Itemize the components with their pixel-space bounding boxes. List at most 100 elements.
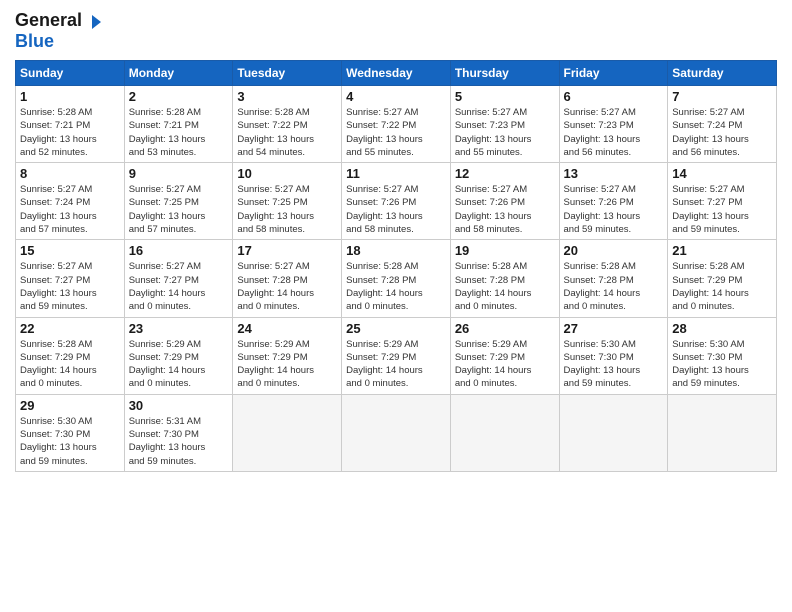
calendar-day-cell: 13 Sunrise: 5:27 AMSunset: 7:26 PMDayligh… xyxy=(559,163,668,240)
day-info: Sunrise: 5:29 AMSunset: 7:29 PMDaylight:… xyxy=(455,338,555,391)
calendar-day-cell: 3 Sunrise: 5:28 AMSunset: 7:22 PMDaylight… xyxy=(233,86,342,163)
calendar-day-cell xyxy=(342,394,451,471)
page: General Blue SundayMondayTuesdayWednesda… xyxy=(0,0,792,612)
calendar-day-cell: 1 Sunrise: 5:28 AMSunset: 7:21 PMDaylight… xyxy=(16,86,125,163)
calendar-day-cell: 9 Sunrise: 5:27 AMSunset: 7:25 PMDaylight… xyxy=(124,163,233,240)
day-number: 25 xyxy=(346,321,446,336)
day-info: Sunrise: 5:28 AMSunset: 7:28 PMDaylight:… xyxy=(346,260,446,313)
weekday-header-friday: Friday xyxy=(559,61,668,86)
day-info: Sunrise: 5:28 AMSunset: 7:21 PMDaylight:… xyxy=(129,106,229,159)
day-info: Sunrise: 5:27 AMSunset: 7:26 PMDaylight:… xyxy=(346,183,446,236)
day-info: Sunrise: 5:30 AMSunset: 7:30 PMDaylight:… xyxy=(564,338,664,391)
calendar-day-cell: 23 Sunrise: 5:29 AMSunset: 7:29 PMDayligh… xyxy=(124,317,233,394)
calendar-day-cell: 17 Sunrise: 5:27 AMSunset: 7:28 PMDayligh… xyxy=(233,240,342,317)
calendar-day-cell: 10 Sunrise: 5:27 AMSunset: 7:25 PMDayligh… xyxy=(233,163,342,240)
day-info: Sunrise: 5:27 AMSunset: 7:23 PMDaylight:… xyxy=(455,106,555,159)
day-number: 16 xyxy=(129,243,229,258)
header: General Blue xyxy=(15,10,777,52)
calendar-day-cell: 16 Sunrise: 5:27 AMSunset: 7:27 PMDayligh… xyxy=(124,240,233,317)
day-info: Sunrise: 5:27 AMSunset: 7:27 PMDaylight:… xyxy=(672,183,772,236)
calendar-week-row: 1 Sunrise: 5:28 AMSunset: 7:21 PMDaylight… xyxy=(16,86,777,163)
day-number: 17 xyxy=(237,243,337,258)
day-number: 26 xyxy=(455,321,555,336)
day-info: Sunrise: 5:30 AMSunset: 7:30 PMDaylight:… xyxy=(672,338,772,391)
day-number: 9 xyxy=(129,166,229,181)
day-number: 22 xyxy=(20,321,120,336)
day-number: 24 xyxy=(237,321,337,336)
calendar-day-cell: 15Sunrise: 5:27 AMSunset: 7:27 PMDayligh… xyxy=(16,240,125,317)
day-number: 20 xyxy=(564,243,664,258)
calendar-day-cell: 11 Sunrise: 5:27 AMSunset: 7:26 PMDayligh… xyxy=(342,163,451,240)
day-info: Sunrise: 5:27 AMSunset: 7:25 PMDaylight:… xyxy=(129,183,229,236)
day-number: 3 xyxy=(237,89,337,104)
day-number: 21 xyxy=(672,243,772,258)
day-info: Sunrise: 5:29 AMSunset: 7:29 PMDaylight:… xyxy=(129,338,229,391)
calendar-day-cell: 12 Sunrise: 5:27 AMSunset: 7:26 PMDayligh… xyxy=(450,163,559,240)
day-number: 2 xyxy=(129,89,229,104)
weekday-header-row: SundayMondayTuesdayWednesdayThursdayFrid… xyxy=(16,61,777,86)
day-number: 8 xyxy=(20,166,120,181)
calendar-day-cell: 26 Sunrise: 5:29 AMSunset: 7:29 PMDayligh… xyxy=(450,317,559,394)
calendar-day-cell: 29Sunrise: 5:30 AMSunset: 7:30 PMDayligh… xyxy=(16,394,125,471)
calendar-day-cell: 5 Sunrise: 5:27 AMSunset: 7:23 PMDaylight… xyxy=(450,86,559,163)
day-info: Sunrise: 5:29 AMSunset: 7:29 PMDaylight:… xyxy=(346,338,446,391)
day-number: 11 xyxy=(346,166,446,181)
logo: General Blue xyxy=(15,10,101,52)
day-number: 12 xyxy=(455,166,555,181)
calendar-day-cell: 25 Sunrise: 5:29 AMSunset: 7:29 PMDayligh… xyxy=(342,317,451,394)
calendar-day-cell: 4 Sunrise: 5:27 AMSunset: 7:22 PMDaylight… xyxy=(342,86,451,163)
day-number: 27 xyxy=(564,321,664,336)
calendar-day-cell: 19Sunrise: 5:28 AMSunset: 7:28 PMDayligh… xyxy=(450,240,559,317)
calendar-day-cell: 28 Sunrise: 5:30 AMSunset: 7:30 PMDayligh… xyxy=(668,317,777,394)
day-info: Sunrise: 5:30 AMSunset: 7:30 PMDaylight:… xyxy=(20,415,120,468)
day-info: Sunrise: 5:27 AMSunset: 7:27 PMDaylight:… xyxy=(129,260,229,313)
day-info: Sunrise: 5:27 AMSunset: 7:23 PMDaylight:… xyxy=(564,106,664,159)
calendar-week-row: 8 Sunrise: 5:27 AMSunset: 7:24 PMDaylight… xyxy=(16,163,777,240)
weekday-header-tuesday: Tuesday xyxy=(233,61,342,86)
day-info: Sunrise: 5:28 AMSunset: 7:28 PMDaylight:… xyxy=(455,260,555,313)
day-number: 28 xyxy=(672,321,772,336)
day-info: Sunrise: 5:28 AMSunset: 7:21 PMDaylight:… xyxy=(20,106,120,159)
day-info: Sunrise: 5:28 AMSunset: 7:22 PMDaylight:… xyxy=(237,106,337,159)
weekday-header-sunday: Sunday xyxy=(16,61,125,86)
day-info: Sunrise: 5:27 AMSunset: 7:28 PMDaylight:… xyxy=(237,260,337,313)
day-info: Sunrise: 5:28 AMSunset: 7:28 PMDaylight:… xyxy=(564,260,664,313)
day-info: Sunrise: 5:27 AMSunset: 7:24 PMDaylight:… xyxy=(672,106,772,159)
day-info: Sunrise: 5:28 AMSunset: 7:29 PMDaylight:… xyxy=(20,338,120,391)
day-info: Sunrise: 5:31 AMSunset: 7:30 PMDaylight:… xyxy=(129,415,229,468)
day-number: 18 xyxy=(346,243,446,258)
logo-blue-text: Blue xyxy=(15,31,54,51)
day-number: 1 xyxy=(20,89,120,104)
day-number: 13 xyxy=(564,166,664,181)
calendar-day-cell xyxy=(450,394,559,471)
calendar-day-cell: 30 Sunrise: 5:31 AMSunset: 7:30 PMDayligh… xyxy=(124,394,233,471)
day-number: 30 xyxy=(129,398,229,413)
weekday-header-saturday: Saturday xyxy=(668,61,777,86)
day-info: Sunrise: 5:27 AMSunset: 7:26 PMDaylight:… xyxy=(455,183,555,236)
calendar-day-cell: 7Sunrise: 5:27 AMSunset: 7:24 PMDaylight… xyxy=(668,86,777,163)
day-info: Sunrise: 5:27 AMSunset: 7:26 PMDaylight:… xyxy=(564,183,664,236)
day-info: Sunrise: 5:27 AMSunset: 7:24 PMDaylight:… xyxy=(20,183,120,236)
calendar-day-cell: 21Sunrise: 5:28 AMSunset: 7:29 PMDayligh… xyxy=(668,240,777,317)
day-number: 10 xyxy=(237,166,337,181)
calendar-week-row: 15 Sunrise: 5:27 AMSunset: 7:27 PMDayligh… xyxy=(16,240,777,317)
day-number: 6 xyxy=(564,89,664,104)
logo-flag-icon xyxy=(83,13,101,31)
calendar-table: SundayMondayTuesdayWednesdayThursdayFrid… xyxy=(15,60,777,472)
day-number: 4 xyxy=(346,89,446,104)
day-info: Sunrise: 5:27 AMSunset: 7:22 PMDaylight:… xyxy=(346,106,446,159)
day-number: 15 xyxy=(20,243,120,258)
calendar-day-cell: 2 Sunrise: 5:28 AMSunset: 7:21 PMDaylight… xyxy=(124,86,233,163)
day-number: 23 xyxy=(129,321,229,336)
weekday-header-thursday: Thursday xyxy=(450,61,559,86)
weekday-header-monday: Monday xyxy=(124,61,233,86)
logo-general-text: General xyxy=(15,10,82,31)
day-info: Sunrise: 5:27 AMSunset: 7:25 PMDaylight:… xyxy=(237,183,337,236)
calendar-week-row: 22 Sunrise: 5:28 AMSunset: 7:29 PMDayligh… xyxy=(16,317,777,394)
day-number: 5 xyxy=(455,89,555,104)
calendar-day-cell xyxy=(668,394,777,471)
calendar-day-cell: 27 Sunrise: 5:30 AMSunset: 7:30 PMDayligh… xyxy=(559,317,668,394)
calendar-day-cell xyxy=(559,394,668,471)
calendar-week-row: 29Sunrise: 5:30 AMSunset: 7:30 PMDayligh… xyxy=(16,394,777,471)
calendar-day-cell: 24Sunrise: 5:29 AMSunset: 7:29 PMDayligh… xyxy=(233,317,342,394)
